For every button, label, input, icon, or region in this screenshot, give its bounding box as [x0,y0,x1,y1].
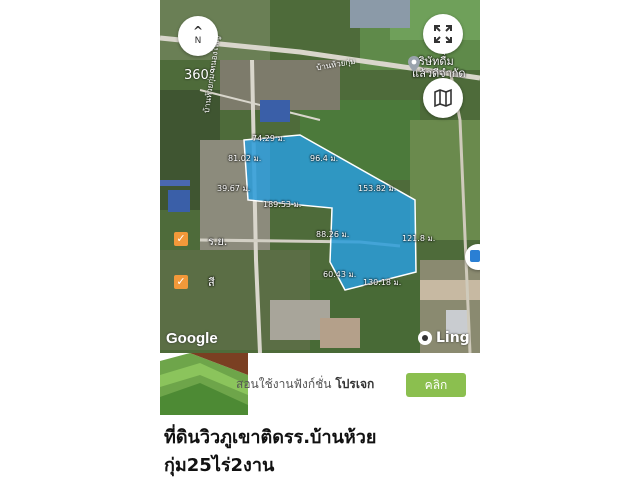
fullscreen-icon [434,25,452,43]
poi-label: สี [208,276,215,289]
location-pin-icon[interactable] [408,56,420,72]
measurement-label: 60.43 ม. [323,270,357,279]
measurement-label: 121.8 ม. [402,234,436,243]
ling-attribution: Ling [418,330,470,346]
ad-click-button[interactable]: คลิก [406,373,466,397]
compass-icon: ^ N [192,24,204,46]
map-layer-button[interactable] [423,78,463,118]
compass-button[interactable]: ^ N [178,16,218,56]
measurement-label: 96.4 ม. [310,154,339,163]
checkbox-icon[interactable]: ✓ [174,275,188,289]
satellite-map[interactable]: 74.29 ม. 96.4 ม. 81.02 ม. 153.82 ม. 39.6… [160,0,480,353]
owl-icon [418,331,432,345]
poi-label: ร.ย. [208,235,228,248]
listing-title: ที่ดินวิวภูเขาติดรร.บ้านห้วยกุ่ม25ไร่2งา… [164,427,377,476]
measurement-label: 189.53 ม. [263,200,302,209]
google-attribution: Google [166,330,218,347]
map-layer-icon [434,88,452,108]
panel-icon [470,250,480,262]
measurement-label: 74.29 ม. [252,134,286,143]
ad-text: สอนใช้งานฟังก์ชั่น โปรเจก [236,377,375,391]
measurement-label: 81.02 ม. [228,154,262,163]
ad-illustration [160,353,248,415]
fullscreen-button[interactable] [423,14,463,54]
checkbox-icon[interactable]: ✓ [174,232,188,246]
poi-company-label: บริษัทดื่ม แล้วดีจำกัด [412,55,466,80]
ad-banner[interactable]: สอนใช้งานฟังก์ชั่น โปรเจก คลิก [160,353,480,415]
measurement-label: 39.67 ม. [217,184,251,193]
phone-screen: 74.29 ม. 96.4 ม. 81.02 ม. 153.82 ม. 39.6… [160,0,480,480]
measurement-label: 130.18 ม. [363,278,402,287]
street-view-360-label[interactable]: 360° [184,68,215,83]
measurement-label: 88.26 ม. [316,230,350,239]
measurement-label: 153.82 ม. [358,184,397,193]
